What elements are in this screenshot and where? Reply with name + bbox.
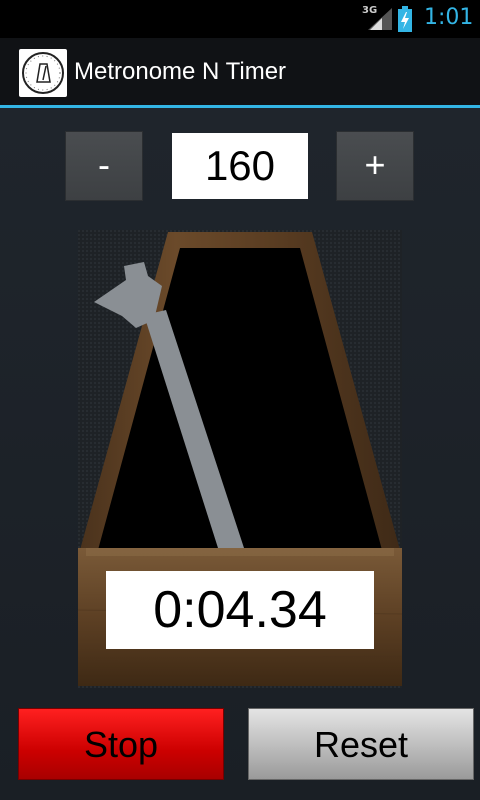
increase-tempo-button[interactable]: + bbox=[336, 131, 414, 201]
action-bar: Metronome N Timer bbox=[0, 38, 480, 106]
reset-button[interactable]: Reset bbox=[248, 708, 474, 780]
battery-charging-icon bbox=[398, 6, 412, 32]
signal-bars-icon bbox=[368, 8, 392, 30]
app-icon[interactable] bbox=[19, 49, 67, 97]
metronome-clock-icon bbox=[22, 52, 64, 94]
app-title: Metronome N Timer bbox=[74, 58, 287, 85]
elapsed-timer: 0:04.34 bbox=[106, 571, 374, 649]
stop-button[interactable]: Stop bbox=[18, 708, 224, 780]
status-bar: 3G 1:01 bbox=[0, 0, 480, 38]
action-bar-divider bbox=[0, 105, 480, 108]
tempo-value[interactable]: 160 bbox=[172, 133, 308, 199]
metronome-display: 0:04.34 bbox=[78, 230, 402, 688]
decrease-tempo-button[interactable]: - bbox=[65, 131, 143, 201]
clock-time: 1:01 bbox=[424, 5, 474, 30]
